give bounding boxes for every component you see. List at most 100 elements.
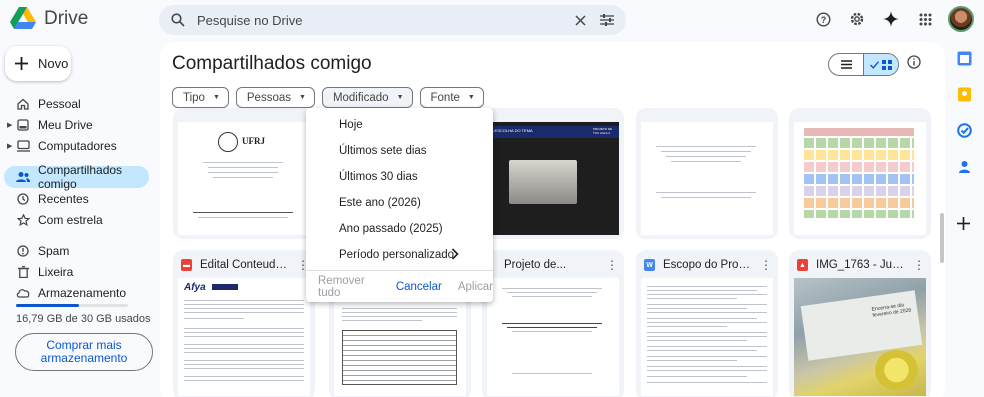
computer-icon [16,139,30,152]
filter-label: Modificado [332,91,389,104]
file-card-header: Projeto de... ⋮ [490,255,618,275]
photo-thumbnail: Encerra-se dia fevereiro de 2028 [794,278,926,396]
list-view-button[interactable] [829,54,863,75]
search-bar[interactable] [159,5,626,35]
menu-item-label: Período personalizado [339,249,455,261]
file-card[interactable]: ▬ Edital Conteudistas... ⋮ Afya [173,250,315,397]
add-addon-plus-icon[interactable] [957,217,974,234]
dropdown-arrow-icon: ▼ [299,94,306,101]
settings-gear-icon[interactable] [846,8,868,30]
cancel-button[interactable]: Cancelar [396,281,442,293]
menu-divider [306,270,493,271]
file-card-header: ▲ IMG_1763 - Juliann... ⋮ [797,255,925,275]
file-thumbnail [641,122,773,235]
calendar-icon[interactable] [957,51,974,68]
svg-text:?: ? [820,15,826,25]
drive-logo[interactable]: Drive [10,7,88,30]
more-options-icon[interactable]: ⋮ [760,258,772,272]
sidebar-item-label: Lixeira [38,264,74,279]
sidebar-item-label: Recentes [38,191,89,206]
file-card[interactable] [789,108,931,239]
grid-view-button[interactable] [863,54,898,75]
menu-item-last-year[interactable]: Ano passado (2025) [306,216,493,242]
sidebar-item-pessoal[interactable]: Pessoal [0,93,155,114]
menu-actions: Remover tudo Cancelar Aplicar [306,275,493,299]
sidebar-item-lixeira[interactable]: Lixeira [0,261,155,282]
sidebar-item-label: Compartilhados comigo [38,163,123,191]
sidebar-item-spam[interactable]: Spam [0,240,155,261]
file-card[interactable]: Projeto de... ⋮ [482,250,624,397]
filter-pessoas[interactable]: Pessoas ▼ [235,87,315,108]
menu-item-last-30-days[interactable]: Últimos 30 dias [306,164,493,190]
scrollbar-thumb[interactable] [940,213,944,263]
account-avatar[interactable] [948,6,974,32]
file-thumbnail: Afya [178,278,310,396]
modified-filter-menu: Hoje Últimos sete dias Últimos 30 dias E… [306,108,493,302]
tasks-icon[interactable] [957,123,974,140]
sidebar-item-recentes[interactable]: Recentes [0,188,155,209]
sidebar-item-label: Spam [38,243,70,258]
photo-glass [874,350,919,390]
star-icon [16,213,30,226]
slide-thumbnail: A ESCOLHA DO TEMA PROJETO DE TCC AULA 2 [487,122,619,235]
file-thumbnail [641,278,773,396]
sidebar-item-label: Pessoal [38,96,81,111]
file-card[interactable]: ▲ IMG_1763 - Juliann... ⋮ Encerra-se dia… [789,250,931,397]
drive-logo-text: Drive [44,7,89,29]
list-view-icon [840,60,852,69]
storage-usage-text: 16,79 GB de 30 GB usados [16,313,151,325]
apps-grid-icon[interactable] [914,8,936,30]
chevron-right-icon [451,248,459,260]
file-card[interactable]: W Escopo do Projeto... ⋮ [636,250,778,397]
menu-item-hoje[interactable]: Hoje [306,112,493,138]
filter-label: Fonte [430,91,460,104]
more-options-icon[interactable]: ⋮ [606,258,618,272]
contacts-icon[interactable] [957,159,974,176]
menu-item-this-year[interactable]: Este ano (2026) [306,190,493,216]
sidebar-item-com-estrela[interactable]: Com estrela [0,209,155,230]
filter-label: Pessoas [246,91,291,104]
search-options-icon[interactable] [600,14,614,26]
gemini-sparkle-icon[interactable] [880,8,902,30]
slide-image [509,160,577,204]
trash-icon [16,265,30,278]
spreadsheet-thumbnail [794,122,926,235]
header-actions: ? [812,6,974,32]
help-icon[interactable]: ? [812,8,834,30]
view-toggle[interactable] [828,53,899,76]
sidebar-item-label: Com estrela [38,212,103,227]
more-options-icon[interactable]: ⋮ [913,258,925,272]
menu-item-custom-period[interactable]: Período personalizado [306,242,493,268]
storage-usage-fill [16,304,79,307]
page-title: Compartilhados comigo [172,53,372,74]
file-card[interactable] [636,108,778,239]
menu-item-last-7-days[interactable]: Últimos sete dias [306,138,493,164]
expand-caret-icon[interactable]: ▶ [7,142,12,150]
new-button-label: Novo [38,56,69,71]
sidebar-item-compartilhados[interactable]: Compartilhados comigo [4,163,149,191]
file-card[interactable]: A ESCOLHA DO TEMA PROJETO DE TCC AULA 2 [482,108,624,239]
sidebar-item-meu-drive[interactable]: ▶ Meu Drive [0,114,155,135]
search-input[interactable] [197,12,575,28]
search-icon[interactable] [171,13,185,27]
keep-notes-icon[interactable] [957,87,974,104]
apply-button[interactable]: Aplicar [458,281,493,293]
new-button[interactable]: Novo [5,46,71,81]
filter-fonte[interactable]: Fonte ▼ [419,87,484,108]
file-card-header: ▬ Edital Conteudistas... ⋮ [181,255,309,275]
clear-search-icon[interactable] [575,14,586,26]
file-card-header: W Escopo do Projeto... ⋮ [644,255,772,275]
filter-tipo[interactable]: Tipo ▼ [172,87,229,108]
details-info-icon[interactable] [907,55,921,69]
remove-all-button[interactable]: Remover tudo [318,275,380,299]
sidebar-item-computadores[interactable]: ▶ Computadores [0,135,155,156]
sidebar-item-armazenamento[interactable]: Armazenamento [0,282,155,303]
home-icon [16,98,30,110]
filter-modificado[interactable]: Modificado ▼ [321,87,413,108]
sidebar-item-label: Armazenamento [38,285,127,300]
plus-icon [15,57,28,70]
expand-caret-icon[interactable]: ▶ [7,121,12,129]
spam-icon [16,244,30,257]
file-card[interactable]: UFRJ [173,108,315,239]
buy-storage-button[interactable]: Comprar mais armazenamento [15,333,153,371]
